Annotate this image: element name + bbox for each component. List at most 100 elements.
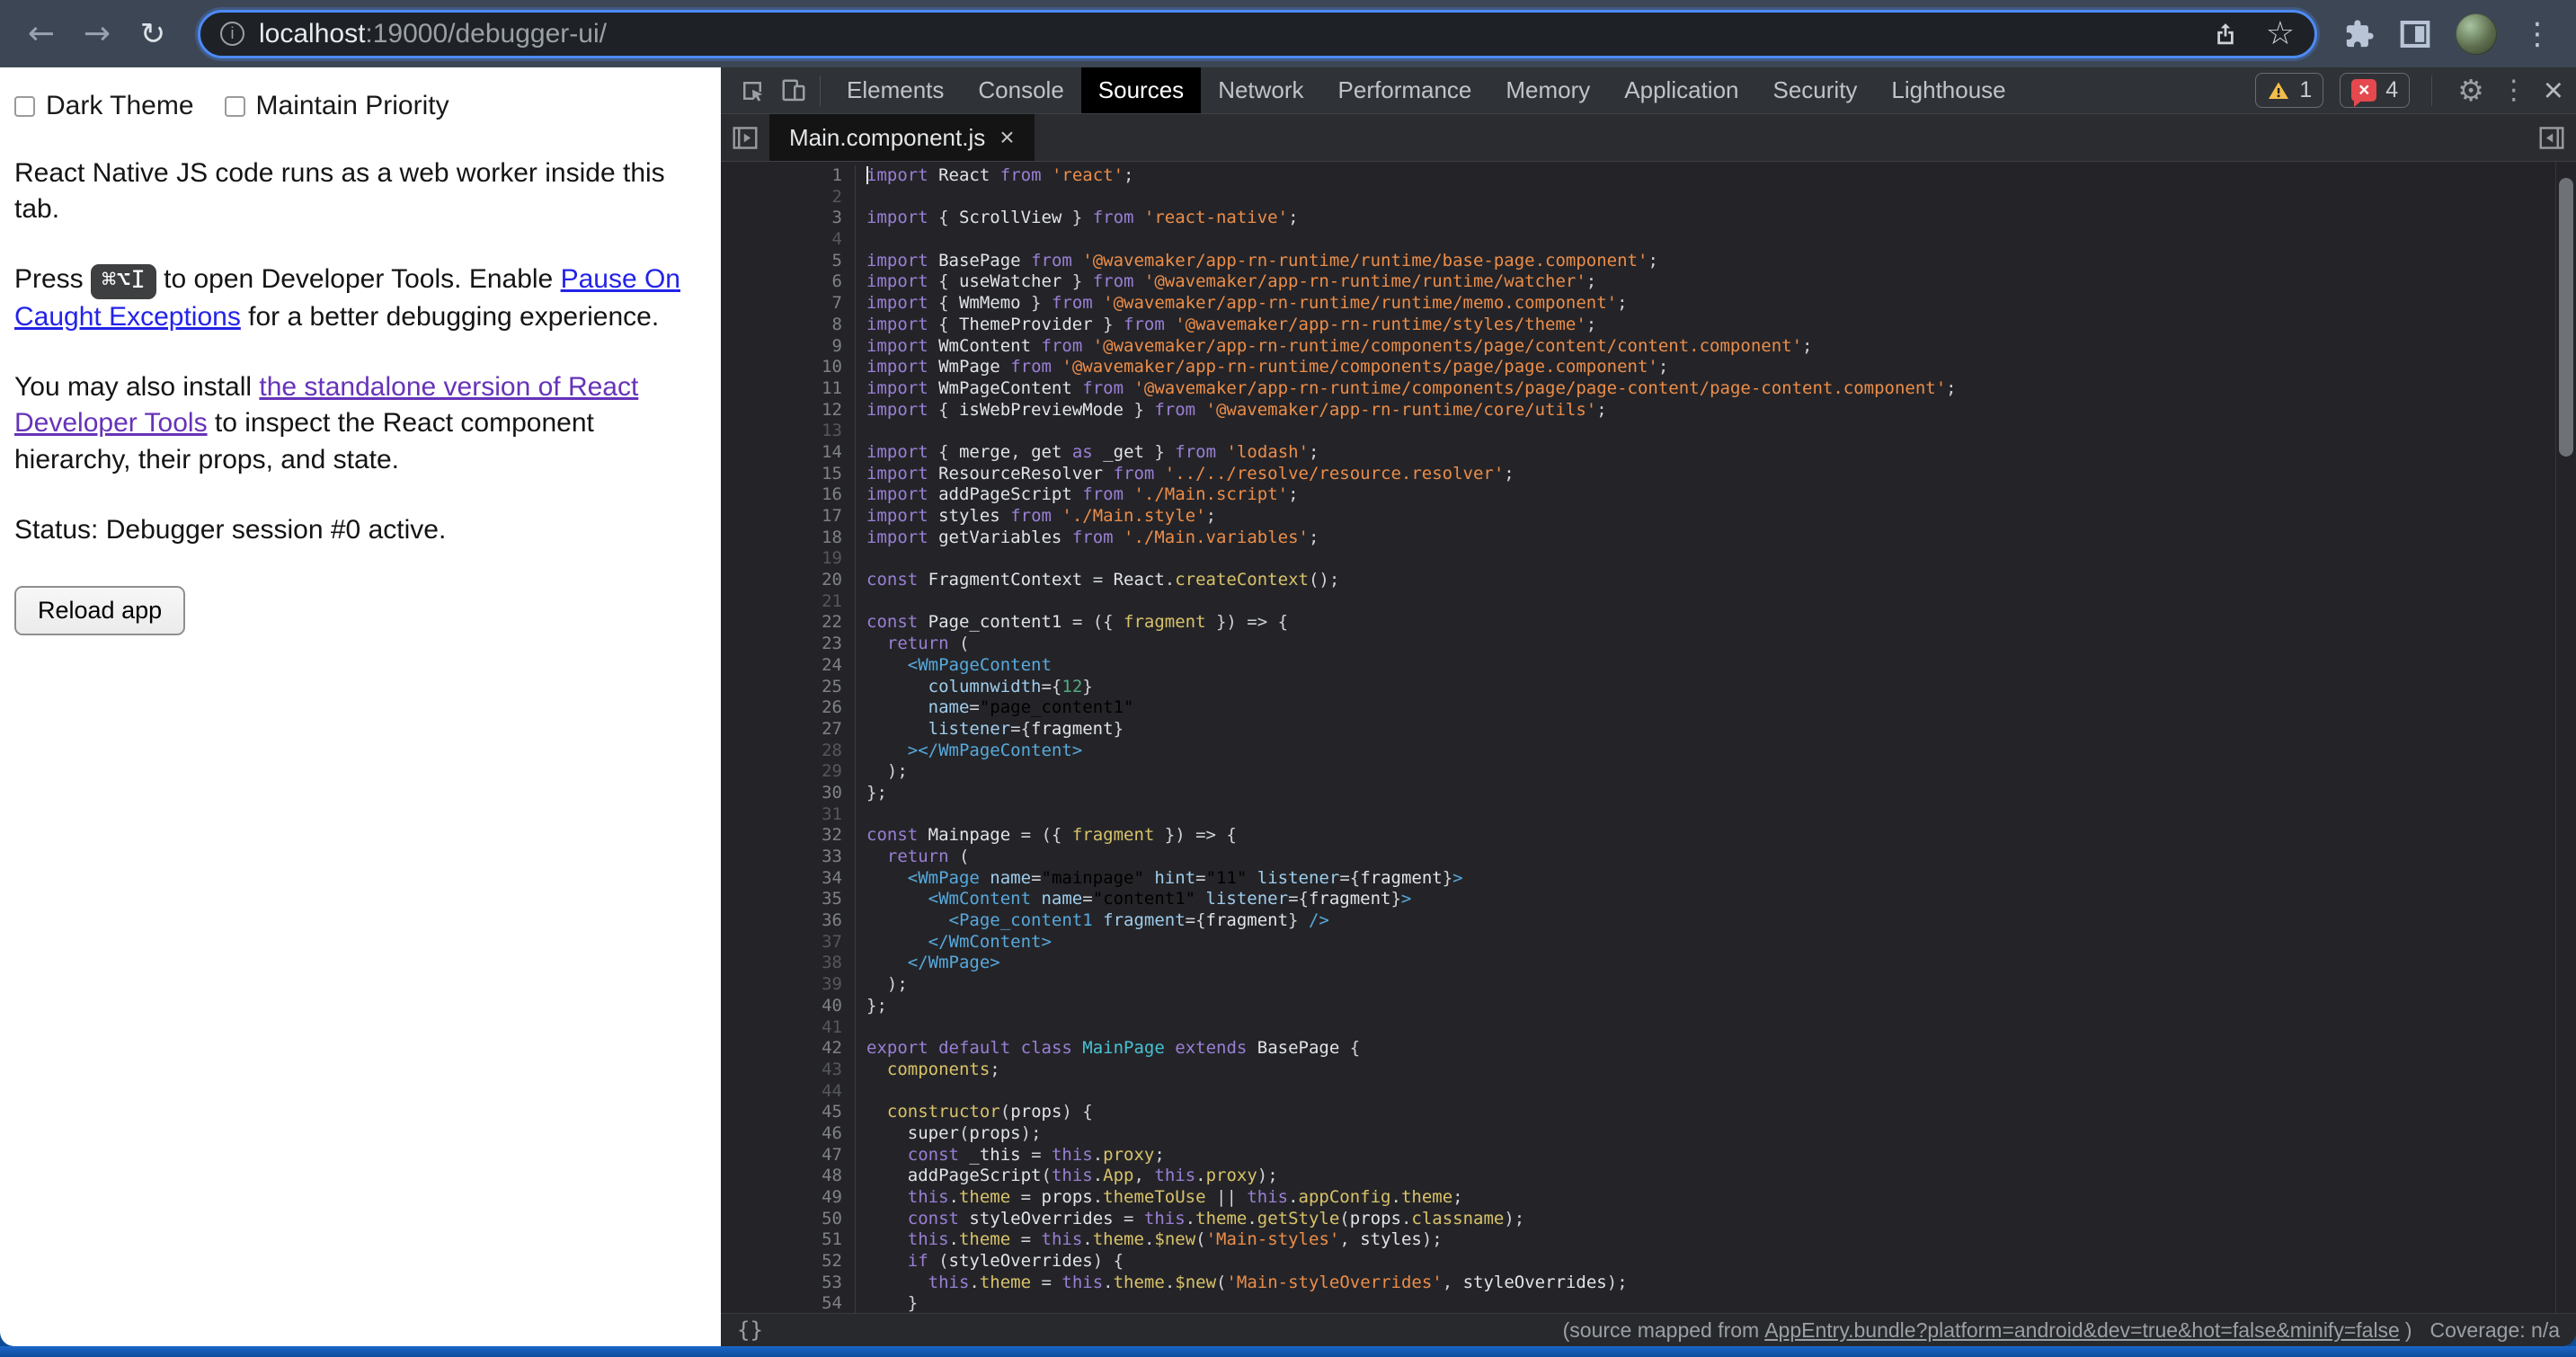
line-number[interactable]: 52 — [721, 1251, 856, 1273]
line-number[interactable]: 11 — [721, 378, 856, 400]
line-number[interactable]: 33 — [721, 847, 856, 868]
line-number[interactable]: 38 — [721, 953, 856, 974]
editor-scrollbar[interactable] — [2555, 162, 2576, 1313]
share-icon[interactable] — [2212, 21, 2239, 48]
line-number[interactable]: 47 — [721, 1145, 856, 1166]
line-number[interactable]: 37 — [721, 932, 856, 953]
line-number[interactable]: 45 — [721, 1102, 856, 1123]
line-number[interactable]: 17 — [721, 506, 856, 528]
line-number[interactable]: 53 — [721, 1273, 856, 1294]
line-number[interactable]: 10 — [721, 357, 856, 378]
tab-performance[interactable]: Performance — [1321, 67, 1489, 113]
address-bar[interactable]: i localhost:19000/debugger-ui/ ☆ — [198, 10, 2317, 58]
line-number[interactable]: 36 — [721, 910, 856, 932]
side-panel-icon[interactable] — [2400, 21, 2430, 48]
url-text[interactable]: localhost:19000/debugger-ui/ — [259, 19, 2198, 49]
line-number[interactable]: 4 — [721, 229, 856, 251]
line-number[interactable]: 39 — [721, 974, 856, 996]
inspect-element-icon[interactable] — [732, 73, 773, 109]
line-number[interactable]: 1 — [721, 165, 856, 187]
tab-memory[interactable]: Memory — [1488, 67, 1607, 113]
tab-security[interactable]: Security — [1756, 67, 1875, 113]
line-number[interactable]: 23 — [721, 634, 856, 655]
issues-bubble-icon: × — [2351, 79, 2376, 102]
bookmark-star-icon[interactable]: ☆ — [2266, 15, 2295, 52]
tab-sources[interactable]: Sources — [1081, 67, 1201, 113]
line-number[interactable]: 54 — [721, 1293, 856, 1313]
reload-app-button[interactable]: Reload app — [14, 586, 185, 635]
extensions-puzzle-icon[interactable] — [2344, 19, 2375, 49]
line-number[interactable]: 26 — [721, 697, 856, 719]
profile-avatar[interactable] — [2456, 13, 2497, 55]
code-line: 18import getVariables from './Main.varia… — [721, 528, 2576, 549]
line-number[interactable]: 20 — [721, 570, 856, 591]
reload-icon[interactable]: ↻ — [129, 11, 176, 58]
line-number[interactable]: 6 — [721, 271, 856, 293]
file-tab-close-icon[interactable]: × — [999, 125, 1014, 150]
show-debugger-sidebar-icon[interactable] — [2527, 114, 2576, 161]
line-number[interactable]: 42 — [721, 1038, 856, 1060]
line-number[interactable]: 27 — [721, 719, 856, 741]
issues-badge[interactable]: × 4 — [2340, 73, 2410, 108]
line-number[interactable]: 2 — [721, 187, 856, 208]
line-number[interactable]: 21 — [721, 591, 856, 613]
dark-theme-checkbox[interactable] — [14, 96, 35, 117]
tab-elements[interactable]: Elements — [830, 67, 961, 113]
code-line: 10import WmPage from '@wavemaker/app-rn-… — [721, 357, 2576, 378]
line-number[interactable]: 14 — [721, 442, 856, 464]
line-number[interactable]: 15 — [721, 464, 856, 485]
devtools-close-icon[interactable]: × — [2544, 74, 2563, 108]
line-number[interactable]: 28 — [721, 741, 856, 762]
line-number[interactable]: 30 — [721, 783, 856, 804]
line-number[interactable]: 41 — [721, 1017, 856, 1039]
line-number[interactable]: 29 — [721, 761, 856, 783]
line-number[interactable]: 12 — [721, 400, 856, 421]
scrollbar-thumb[interactable] — [2559, 178, 2573, 457]
line-number[interactable]: 44 — [721, 1081, 856, 1103]
show-navigator-icon[interactable] — [721, 114, 769, 161]
source-map-link[interactable]: AppEntry.bundle?platform=android&dev=tru… — [1764, 1318, 2400, 1343]
code-line: 2 — [721, 187, 2576, 208]
line-number[interactable]: 34 — [721, 868, 856, 890]
warnings-badge[interactable]: 1 — [2255, 73, 2323, 108]
line-number[interactable]: 13 — [721, 421, 856, 442]
file-tab-main-component[interactable]: Main.component.js × — [769, 114, 1035, 161]
line-number[interactable]: 22 — [721, 612, 856, 634]
line-number[interactable]: 3 — [721, 208, 856, 229]
line-number[interactable]: 19 — [721, 548, 856, 570]
settings-gear-icon[interactable]: ⚙ — [2457, 73, 2484, 108]
tab-console[interactable]: Console — [961, 67, 1080, 113]
line-number[interactable]: 50 — [721, 1209, 856, 1230]
tab-network[interactable]: Network — [1201, 67, 1320, 113]
line-number[interactable]: 24 — [721, 655, 856, 677]
line-number[interactable]: 43 — [721, 1060, 856, 1081]
line-number[interactable]: 7 — [721, 293, 856, 315]
line-number[interactable]: 25 — [721, 677, 856, 698]
line-number[interactable]: 5 — [721, 251, 856, 272]
tab-application[interactable]: Application — [1607, 67, 1755, 113]
line-number[interactable]: 46 — [721, 1123, 856, 1145]
back-icon[interactable]: ← — [18, 11, 65, 58]
site-info-icon[interactable]: i — [220, 22, 244, 46]
line-number[interactable]: 32 — [721, 825, 856, 847]
source-editor[interactable]: 1import React from 'react';23import { Sc… — [721, 162, 2576, 1313]
line-number[interactable]: 51 — [721, 1229, 856, 1251]
line-number[interactable]: 40 — [721, 996, 856, 1017]
tab-lighthouse[interactable]: Lighthouse — [1874, 67, 2022, 113]
line-number[interactable]: 9 — [721, 336, 856, 358]
line-number[interactable]: 35 — [721, 889, 856, 910]
pretty-print-button[interactable]: {} — [737, 1317, 763, 1343]
forward-icon[interactable]: → — [74, 11, 120, 58]
line-number[interactable]: 18 — [721, 528, 856, 549]
device-toolbar-icon[interactable] — [773, 73, 814, 109]
line-number[interactable]: 49 — [721, 1187, 856, 1209]
devtools-menu-icon[interactable]: ⋮ — [2500, 75, 2527, 106]
code-line: 13 — [721, 421, 2576, 442]
maintain-priority-checkbox[interactable] — [225, 96, 245, 117]
code-line: 14import { merge, get as _get } from 'lo… — [721, 442, 2576, 464]
line-number[interactable]: 48 — [721, 1166, 856, 1187]
browser-menu-icon[interactable]: ⋮ — [2522, 19, 2553, 49]
line-number[interactable]: 16 — [721, 484, 856, 506]
line-number[interactable]: 31 — [721, 804, 856, 826]
line-number[interactable]: 8 — [721, 315, 856, 336]
